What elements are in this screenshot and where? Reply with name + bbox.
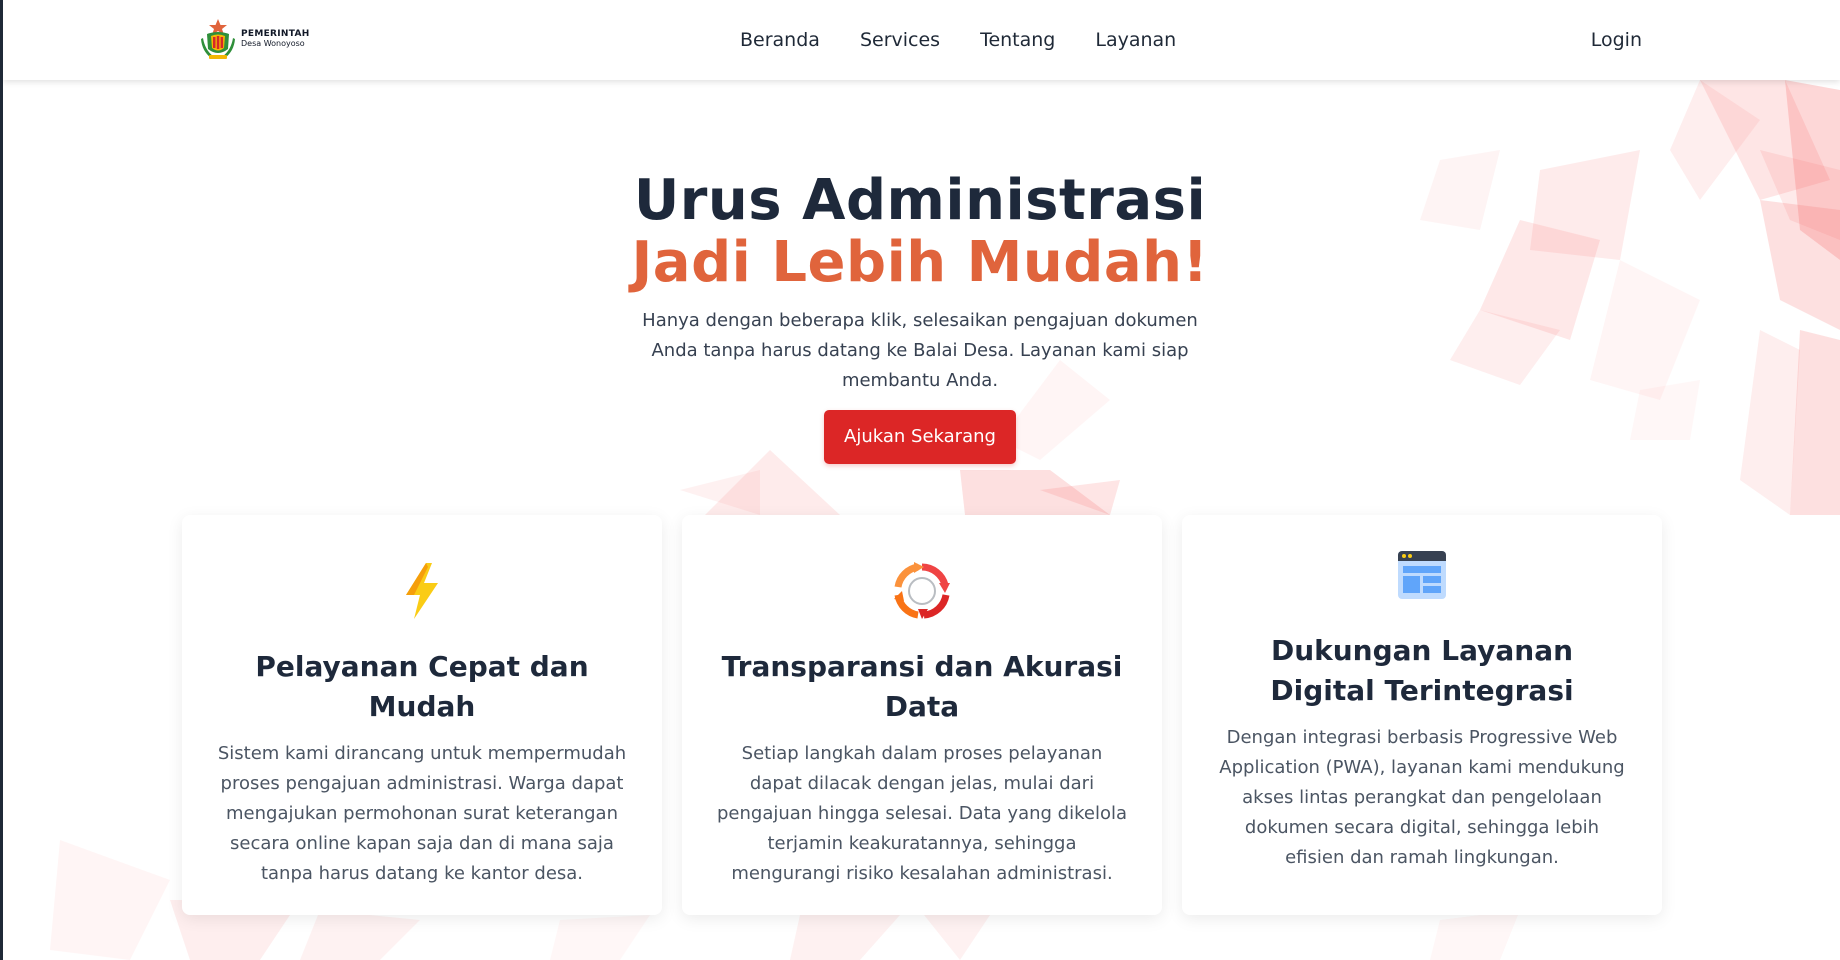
hero-section: Urus Administrasi Jadi Lebih Mudah! Hany… <box>0 170 1840 464</box>
feature-cards: Pelayanan Cepat dan Mudah Sistem kami di… <box>182 515 1662 915</box>
login-link[interactable]: Login <box>1591 0 1642 80</box>
nav-link-layanan[interactable]: Layanan <box>1095 29 1176 51</box>
feature-card-digital-service: Dukungan Layanan Digital Terintegrasi De… <box>1182 515 1662 915</box>
feature-text: Setiap langkah dalam proses pelayanan da… <box>716 743 1127 884</box>
top-navbar: PEMERINTAH Desa Wonoyoso Beranda Service… <box>3 0 1840 80</box>
feature-text: Sistem kami dirancang untuk mempermudah … <box>217 743 627 884</box>
web-browser-icon <box>1398 551 1446 599</box>
site-logo[interactable]: PEMERINTAH Desa Wonoyoso <box>201 18 310 60</box>
hero-title-line-2: Jadi Lebih Mudah! <box>631 230 1209 295</box>
brand-subtitle: Desa Wonoyoso <box>241 38 305 48</box>
lightning-icon <box>406 563 438 619</box>
hero-description: Hanya dengan beberapa klik, selesaikan p… <box>642 310 1198 391</box>
hero-title-line-1: Urus Administrasi <box>633 168 1207 233</box>
nav-link-tentang[interactable]: Tentang <box>980 29 1055 51</box>
feature-card-fast-service: Pelayanan Cepat dan Mudah Sistem kami di… <box>182 515 662 915</box>
coat-of-arms-icon <box>201 19 235 59</box>
nav-link-beranda[interactable]: Beranda <box>740 29 820 51</box>
feature-card-transparency: Transparansi dan Akurasi Data Setiap lan… <box>682 515 1162 915</box>
feature-text: Dengan integrasi berbasis Progressive We… <box>1219 727 1625 868</box>
feature-title: Dukungan Layanan Digital Terintegrasi <box>1270 634 1574 707</box>
feature-title: Pelayanan Cepat dan Mudah <box>255 650 589 723</box>
refresh-cycle-icon <box>894 562 950 619</box>
main-menu: Beranda Services Tentang Layanan <box>740 0 1176 80</box>
window-left-edge <box>0 0 3 960</box>
feature-title: Transparansi dan Akurasi Data <box>721 650 1123 723</box>
apply-now-button[interactable]: Ajukan Sekarang <box>824 410 1016 464</box>
nav-link-services[interactable]: Services <box>860 29 940 51</box>
hero-title: Urus Administrasi Jadi Lebih Mudah! <box>0 170 1840 294</box>
